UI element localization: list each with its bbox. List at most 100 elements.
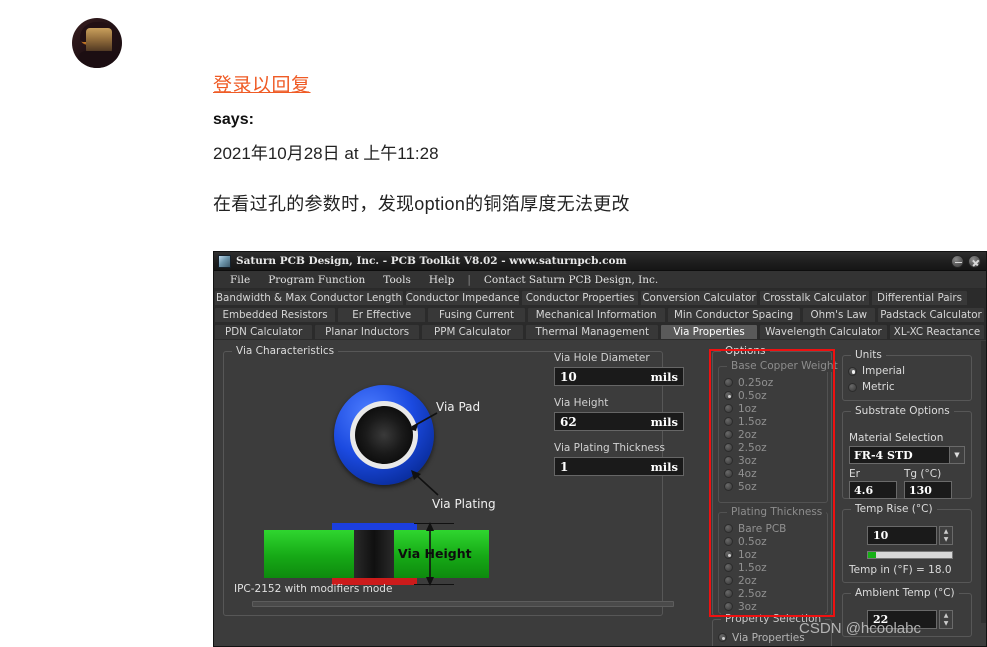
via-hole-diameter-input[interactable]: 10 mils [554,367,684,386]
radio-label: 0.25oz [738,376,774,389]
ambient-temp-stepper[interactable]: ▲ ▼ [939,610,953,629]
radio-units-imperial[interactable]: Imperial [843,363,971,379]
tab-min-conductor-spacing[interactable]: Min Conductor Spacing [666,307,801,323]
chevron-up-icon[interactable]: ▲ [940,611,952,620]
radio-icon [724,391,733,400]
material-selection-value: FR-4 STD [854,448,913,462]
menu-tools[interactable]: Tools [374,274,420,286]
er-value: 4.6 [854,483,874,497]
radio-plt-0-5oz[interactable]: 0.5oz [719,535,827,548]
radio-bcw-5oz[interactable]: 5oz [719,480,827,493]
via-plating-thickness-value: 1 [560,459,569,474]
radio-plt-2-5oz[interactable]: 2.5oz [719,587,827,600]
radio-icon [724,417,733,426]
chevron-down-icon[interactable]: ▼ [949,447,964,463]
tab-wavelength-calculator[interactable]: Wavelength Calculator [758,324,889,340]
radio-plt-2oz[interactable]: 2oz [719,574,827,587]
plating-thickness-group: Plating Thickness Bare PCB 0.5oz 1oz 1.5… [718,506,828,614]
comment-body-text: 在看过孔的参数时，发现option的铜箔厚度无法更改 [213,194,630,214]
tab-thermal-management[interactable]: Thermal Management [525,324,660,340]
tab-embedded-resistors[interactable]: Embedded Resistors [214,307,337,323]
radio-units-metric[interactable]: Metric [843,379,971,395]
temp-rise-progress-bar [867,551,953,559]
material-selection-dropdown[interactable]: FR-4 STD ▼ [849,446,965,464]
minimize-icon[interactable] [951,255,964,268]
radio-bcw-3oz[interactable]: 3oz [719,454,827,467]
tab-fusing-current[interactable]: Fusing Current [427,307,526,323]
chevron-down-icon[interactable]: ▼ [940,620,952,629]
tab-er-effective[interactable]: Er Effective [337,307,427,323]
vertical-scrollbar[interactable] [981,341,986,623]
via-height-input[interactable]: 62 mils [554,412,684,431]
radio-label: Bare PCB [738,522,787,535]
tab-mechanical-information[interactable]: Mechanical Information [526,307,666,323]
tab-crosstalk-calculator[interactable]: Crosstalk Calculator [759,290,870,306]
tab-conductor-impedance[interactable]: Conductor Impedance [405,290,520,306]
tab-row-1: Bandwidth & Max Conductor Length Conduct… [214,290,986,306]
tab-ppm-calculator[interactable]: PPM Calculator [420,324,525,340]
temp-rise-input[interactable]: 10 [867,526,937,545]
chevron-up-icon[interactable]: ▲ [940,527,952,536]
ipc-mode-note: IPC-2152 with modifiers mode [234,583,393,595]
tab-differential-pairs[interactable]: Differential Pairs [871,290,968,306]
radio-bcw-0-5oz[interactable]: 0.5oz [719,389,827,402]
via-input-fields: Via Hole Diameter 10 mils Via Height 62 … [554,352,704,487]
tab-xl-xc-reactance[interactable]: XL-XC Reactance [889,324,986,340]
radio-bcw-0-25oz[interactable]: 0.25oz [719,376,827,389]
app-logo-icon [218,254,231,268]
menu-contact[interactable]: Contact Saturn PCB Design, Inc. [475,274,667,286]
radio-label: 0.5oz [738,389,767,402]
tab-pdn-calculator[interactable]: PDN Calculator [214,324,314,340]
base-copper-weight-group: Base Copper Weight 0.25oz 0.5oz 1oz 1.5o… [718,360,842,503]
via-pad-annotation: Via Pad [436,400,481,414]
tab-planar-inductors[interactable]: Planar Inductors [314,324,420,340]
substrate-options-group: Substrate Options Material Selection FR-… [842,405,972,499]
tab-conversion-calculator[interactable]: Conversion Calculator [640,290,758,306]
radio-label: Imperial [862,365,906,377]
via-hole-diameter-value: 10 [560,369,577,384]
er-input[interactable]: 4.6 [849,481,897,499]
temp-rise-progress-fill [868,552,876,558]
chevron-down-icon[interactable]: ▼ [940,536,952,545]
radio-bcw-1oz[interactable]: 1oz [719,402,827,415]
base-copper-weight-label: Base Copper Weight [727,360,842,372]
radio-plt-1-5oz[interactable]: 1.5oz [719,561,827,574]
tab-via-properties[interactable]: Via Properties [660,324,758,340]
tab-ohms-law[interactable]: Ohm's Law [801,307,877,323]
menubar: File Program Function Tools Help | Conta… [214,271,986,289]
radio-bcw-1-5oz[interactable]: 1.5oz [719,415,827,428]
temp-rise-stepper[interactable]: ▲ ▼ [939,526,953,545]
radio-icon [724,482,733,491]
tg-input[interactable]: 130 [904,481,952,499]
radio-label: 3oz [738,454,757,467]
options-group: Options Base Copper Weight 0.25oz 0.5oz … [712,345,842,616]
radio-bcw-4oz[interactable]: 4oz [719,467,827,480]
radio-icon [848,382,857,392]
says-label: says: [213,111,254,128]
tab-padstack-calculator[interactable]: Padstack Calculator [877,307,986,323]
radio-label: 1.5oz [738,561,767,574]
radio-plt-bare-pcb[interactable]: Bare PCB [719,522,827,535]
radio-icon [724,404,733,413]
close-icon[interactable] [968,255,981,268]
tab-conductor-properties[interactable]: Conductor Properties [521,290,639,306]
radio-plt-3oz[interactable]: 3oz [719,600,827,613]
radio-icon [724,443,733,452]
tab-bandwidth-max-conductor-length[interactable]: Bandwidth & Max Conductor Length [214,290,404,306]
menu-file[interactable]: File [221,274,259,286]
window-title: Saturn PCB Design, Inc. - PCB Toolkit V8… [236,255,627,267]
radio-icon [724,456,733,465]
via-plating-thickness-input[interactable]: 1 mils [554,457,684,476]
radio-icon [848,366,857,376]
radio-plt-1oz[interactable]: 1oz [719,548,827,561]
menu-help[interactable]: Help [420,274,463,286]
temp-rise-label: Temp Rise (°C) [851,503,937,515]
substrate-options-label: Substrate Options [851,405,954,417]
radio-bcw-2oz[interactable]: 2oz [719,428,827,441]
via-hole-diameter-unit: mils [650,369,678,384]
radio-bcw-2-5oz[interactable]: 2.5oz [719,441,827,454]
via-plating-thickness-unit: mils [650,459,678,474]
comment-timestamp: 2021年10月28日 at 上午11:28 [213,144,439,163]
login-to-reply-link[interactable]: 登录以回复 [213,70,311,97]
menu-program-function[interactable]: Program Function [259,274,374,286]
